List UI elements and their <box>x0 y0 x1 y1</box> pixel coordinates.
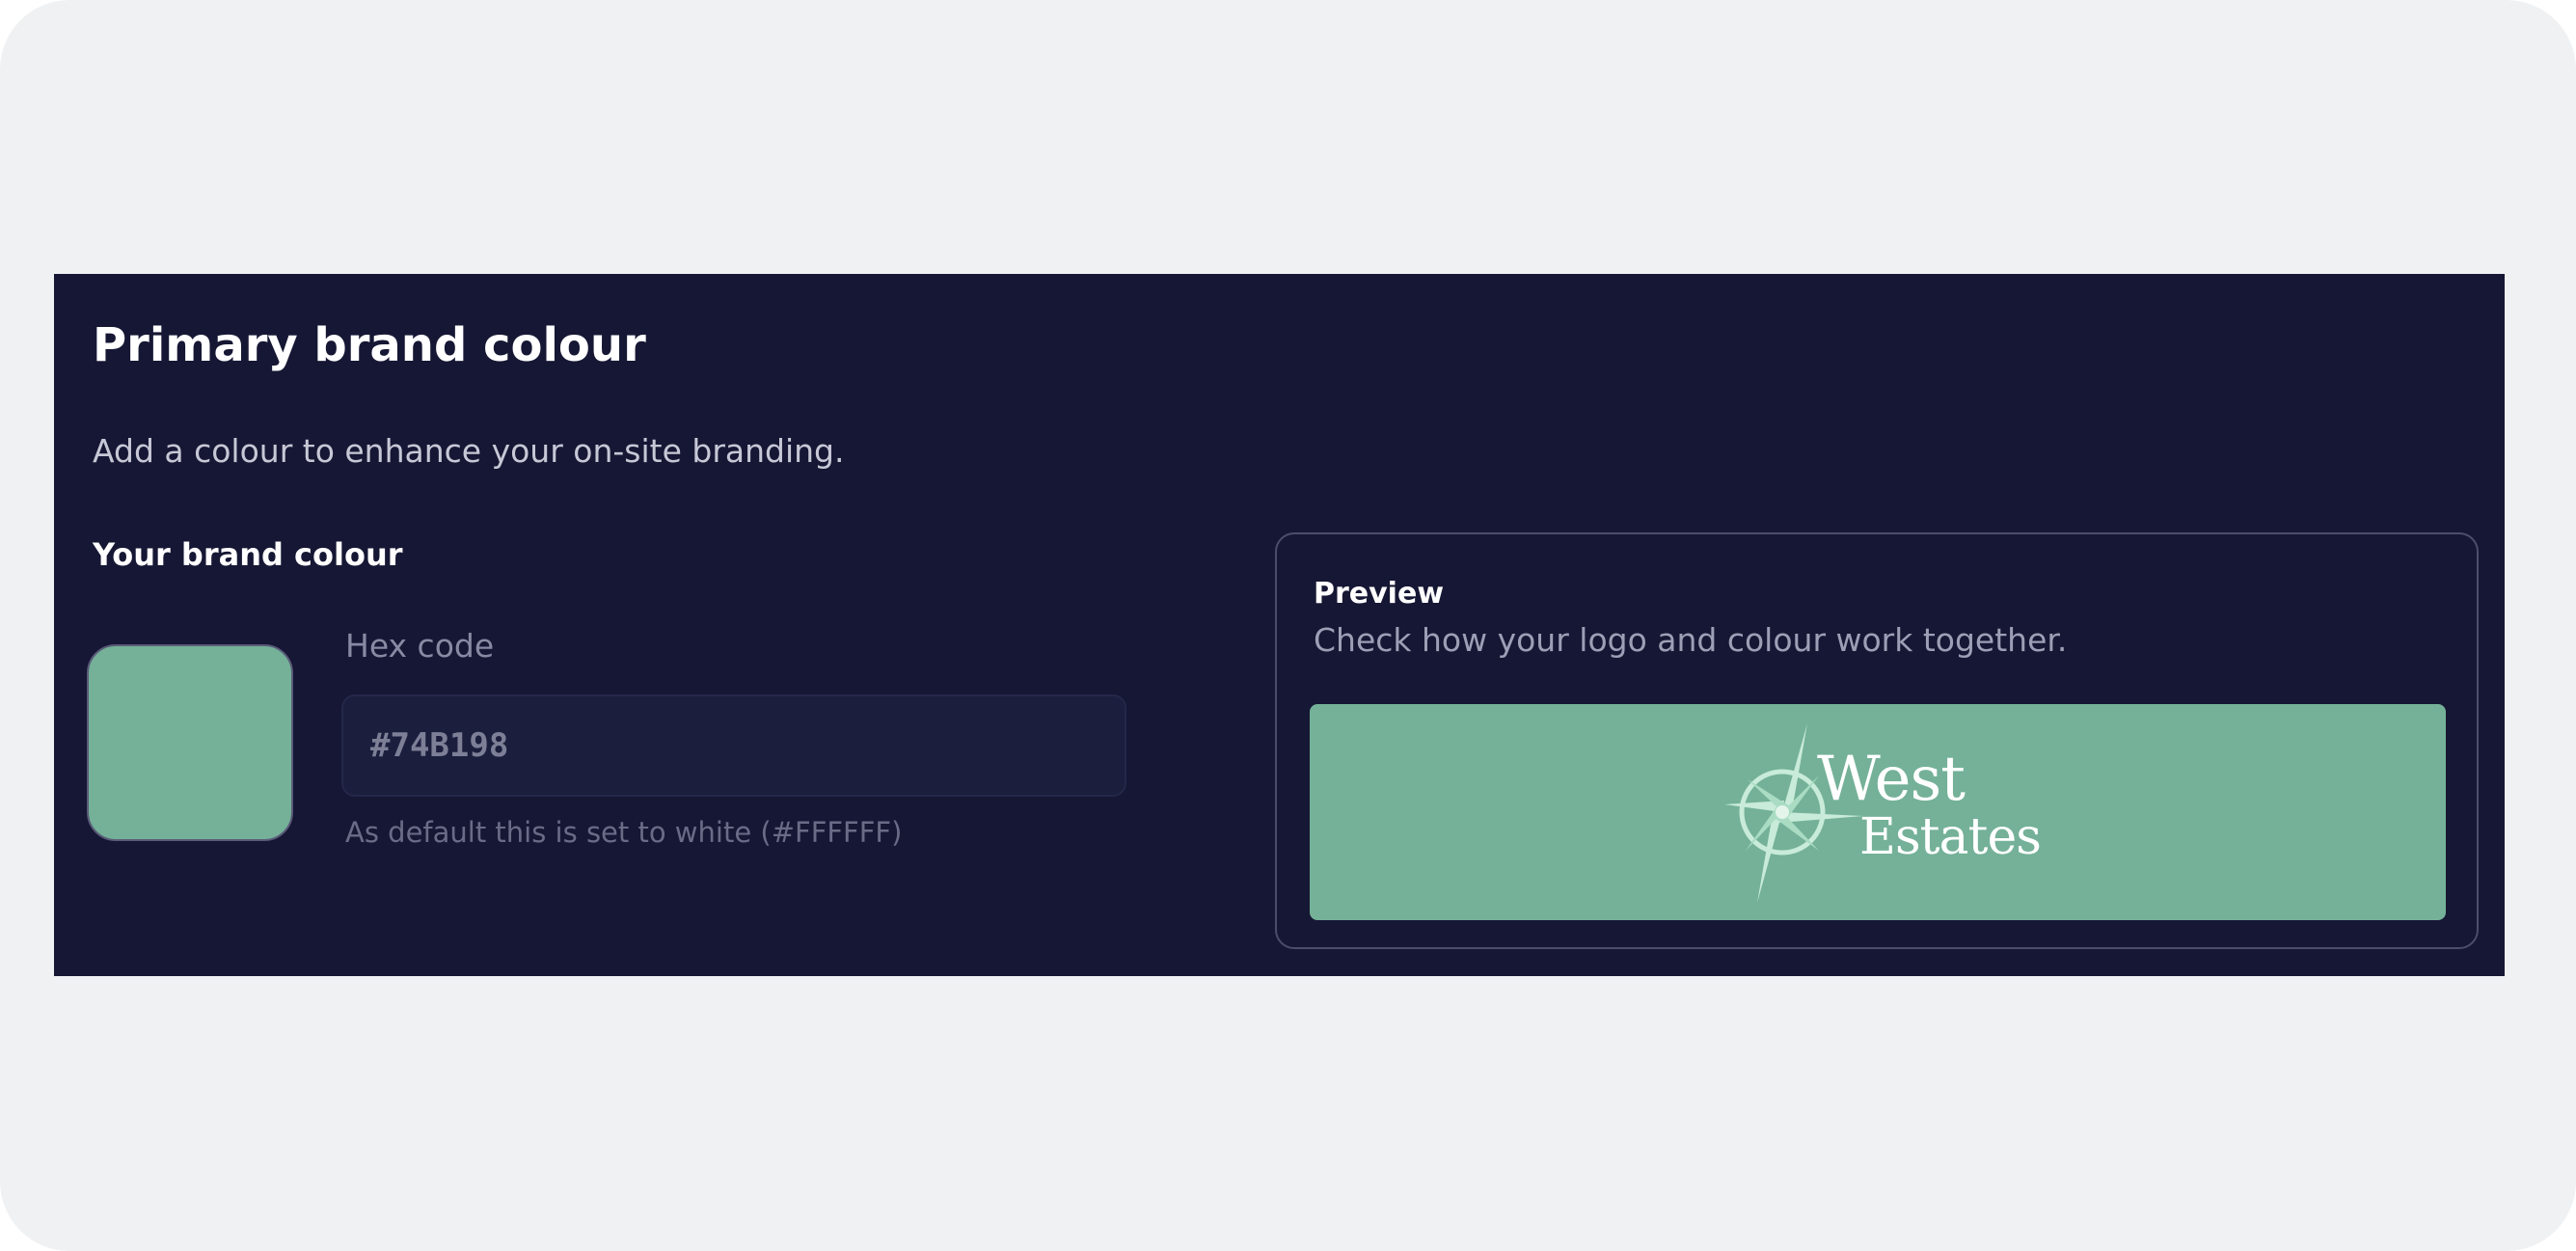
page-title: Primary brand colour <box>93 318 646 372</box>
preview-banner: West Estates <box>1310 704 2446 920</box>
preview-title: Preview <box>1314 577 1445 611</box>
logo: West Estates <box>1719 723 2047 903</box>
hex-code-hint: As default this is set to white (#FFFFFF… <box>345 816 903 849</box>
logo-wordmark-west: West <box>1817 744 1966 815</box>
brand-colour-label: Your brand colour <box>93 536 403 573</box>
preview-card: Preview Check how your logo and colour w… <box>1275 532 2479 949</box>
brand-colour-panel: Primary brand colour Add a colour to enh… <box>54 274 2505 976</box>
hex-code-input[interactable] <box>341 694 1126 797</box>
preview-description: Check how your logo and colour work toge… <box>1314 621 2068 659</box>
colour-swatch[interactable] <box>87 644 293 841</box>
screen: Primary brand colour Add a colour to enh… <box>0 0 2576 1251</box>
logo-wordmark-estates: Estates <box>1859 808 2042 866</box>
hex-code-label: Hex code <box>345 627 495 665</box>
page-subtitle: Add a colour to enhance your on-site bra… <box>93 432 845 470</box>
